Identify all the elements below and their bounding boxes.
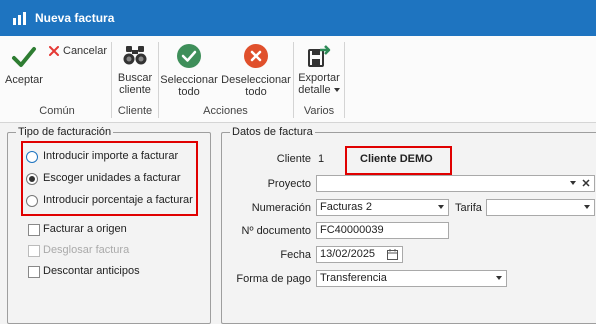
export-label-1: Exportar	[298, 72, 340, 84]
radio-button[interactable]	[26, 151, 38, 163]
date-label: Fecha	[280, 249, 311, 261]
client-id: 1	[318, 153, 325, 165]
group-label-actions: Acciones	[203, 105, 248, 117]
invoice-data-title: Datos de factura	[230, 126, 315, 138]
ribbon-separator	[344, 42, 345, 118]
binoculars-icon	[123, 46, 147, 65]
project-label: Proyecto	[267, 178, 311, 190]
numbering-label: Numeración	[251, 202, 311, 214]
ribbon-separator	[111, 42, 112, 118]
dropdown-arrow-icon[interactable]	[496, 276, 502, 280]
select-all-label-1: Seleccionar	[160, 74, 218, 86]
doc-number-label: Nº documento	[241, 225, 311, 237]
dropdown-arrow-icon[interactable]	[438, 205, 444, 209]
ribbon-separator	[293, 42, 294, 118]
export-icon	[308, 45, 331, 67]
date-input[interactable]: 13/02/2025	[316, 246, 403, 263]
dropdown-arrow-icon	[333, 88, 340, 93]
select-all-button[interactable]: Seleccionar todo	[159, 42, 219, 98]
payment-method-select[interactable]: Transferencia	[316, 270, 507, 287]
project-select[interactable]	[316, 175, 595, 192]
doc-number-input[interactable]: FC40000039	[316, 222, 449, 239]
search-client-button[interactable]: Buscar cliente	[113, 42, 157, 96]
deselect-all-label-2: todo	[245, 86, 267, 98]
title-bar: Nueva factura	[0, 0, 596, 36]
client-name[interactable]: Cliente DEMO	[360, 153, 433, 165]
cancel-label: Cancelar	[63, 45, 108, 57]
check-circle-icon	[177, 44, 201, 68]
checkmark-icon	[12, 47, 36, 67]
checkbox[interactable]	[28, 224, 40, 236]
invoice-app-icon	[13, 12, 26, 25]
group-label-client: Cliente	[117, 105, 153, 117]
radio-button[interactable]	[26, 195, 38, 207]
search-client-label-1: Buscar	[117, 72, 153, 84]
deselect-all-label-1: Deseleccionar	[221, 74, 291, 86]
numbering-select[interactable]: Facturas 2	[316, 199, 449, 216]
dropdown-arrow-icon[interactable]	[584, 205, 590, 209]
rate-label: Tarifa	[455, 202, 482, 214]
calendar-icon[interactable]	[387, 249, 398, 260]
accept-label: Aceptar	[5, 74, 43, 86]
deselect-all-button[interactable]: Deseleccionar todo	[221, 42, 291, 98]
radio-button[interactable]	[26, 173, 38, 185]
clear-icon[interactable]	[582, 179, 590, 187]
dropdown-arrow-icon[interactable]	[570, 181, 576, 185]
window-title: Nueva factura	[35, 11, 115, 25]
export-label-2: detalle	[296, 84, 342, 96]
accept-button[interactable]: Aceptar	[4, 42, 44, 86]
billing-type-title: Tipo de facturación	[16, 126, 114, 138]
group-label-misc: Varios	[303, 105, 335, 117]
search-client-label-2: cliente	[119, 84, 151, 96]
group-label-common: Común	[39, 105, 75, 117]
checkbox	[28, 245, 40, 257]
export-detail-button[interactable]: Exportar detalle	[296, 42, 342, 96]
close-icon	[49, 46, 59, 56]
rate-select[interactable]	[486, 199, 595, 216]
select-all-label-2: todo	[178, 86, 200, 98]
client-label: Cliente	[276, 153, 311, 165]
ribbon-toolbar: Aceptar Cancelar Común Buscar cliente Cl…	[0, 36, 596, 123]
checkbox[interactable]	[28, 266, 40, 278]
payment-method-label: Forma de pago	[236, 273, 311, 285]
x-circle-icon	[244, 44, 268, 68]
